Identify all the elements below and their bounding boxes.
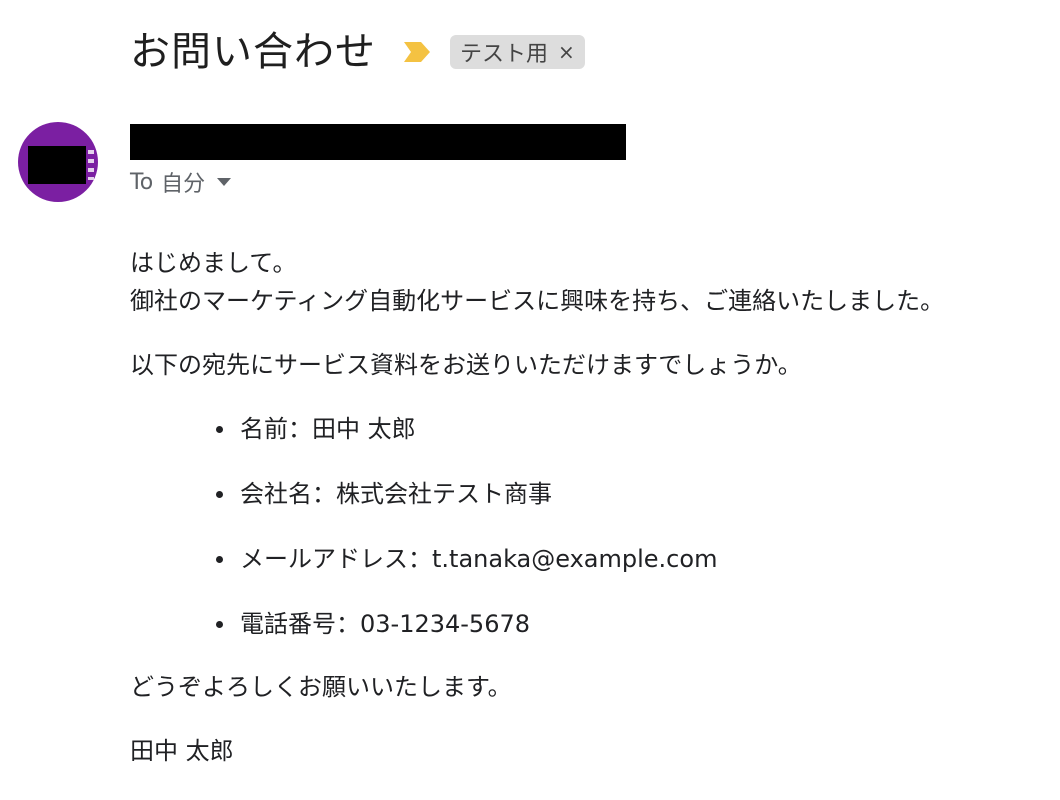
close-icon[interactable]: × [558, 40, 575, 64]
recipient-details-toggle[interactable]: To 自分 [130, 168, 232, 197]
recipient-prefix: To [130, 169, 154, 195]
recipient-name: 自分 [161, 172, 206, 197]
sender-name-redaction [130, 124, 626, 160]
email-subject: お問い合わせ [130, 29, 376, 75]
email-view: お問い合わせ テスト用 × To 自分 はじめまして。 御社のマーケティング自動… [0, 0, 1060, 800]
chevron-down-icon[interactable] [217, 178, 232, 186]
list-item: メールアドレス：t.tanaka@example.com [214, 540, 1030, 578]
label-chip-text: テスト用 [460, 42, 549, 67]
body-signature: 田中 太郎 [130, 737, 234, 765]
body-request: 以下の宛先にサービス資料をお送りいただけますでしょうか。 [130, 351, 802, 379]
avatar-pattern [88, 150, 94, 180]
list-item: 名前：田中 太郎 [214, 410, 1030, 448]
avatar-redaction [28, 146, 86, 184]
importance-marker-icon[interactable] [404, 42, 430, 62]
body-greeting: はじめまして。 [130, 249, 297, 277]
sender-avatar [18, 122, 98, 202]
contact-details-list: 名前：田中 太郎 会社名：株式会社テスト商事 メールアドレス：t.tanaka@… [130, 410, 1030, 643]
list-item: 会社名：株式会社テスト商事 [214, 475, 1030, 513]
body-intro: 御社のマーケティング自動化サービスに興味を持ち、ご連絡いたしました。 [130, 287, 945, 315]
list-item: 電話番号：03-1234-5678 [214, 605, 1030, 643]
label-chip[interactable]: テスト用 × [450, 35, 585, 69]
subject-row: お問い合わせ テスト用 × [130, 22, 585, 82]
body-closing: どうぞよろしくお願いいたします。 [130, 673, 512, 701]
email-body: はじめまして。 御社のマーケティング自動化サービスに興味を持ち、ご連絡いたしまし… [130, 244, 1030, 770]
